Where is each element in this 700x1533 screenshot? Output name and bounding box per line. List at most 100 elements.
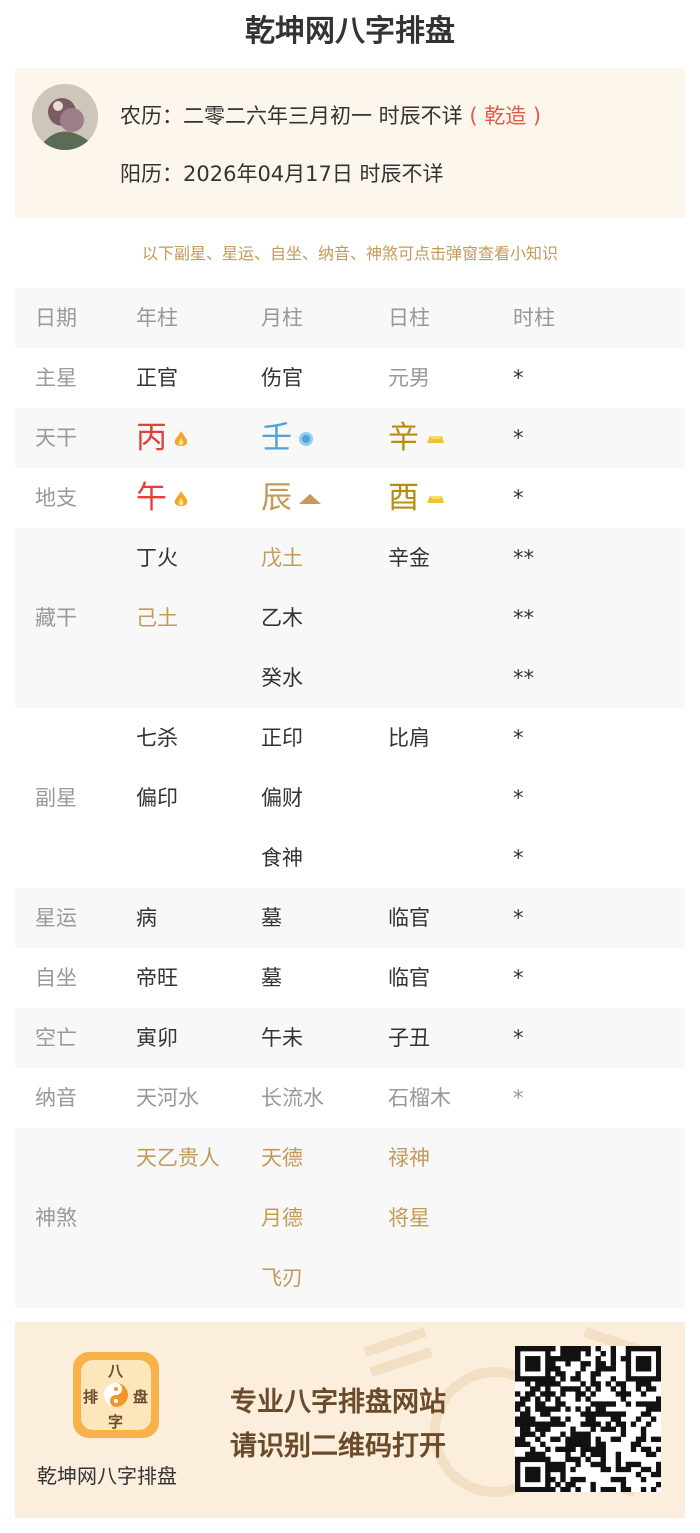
hidden-stem-month-1[interactable]: 戊土 [261, 528, 303, 588]
main-star-hour: * [513, 366, 524, 390]
hidden-stem-day-1[interactable]: 辛金 [388, 528, 430, 588]
stem-year-char: 丙 [136, 420, 167, 456]
sub-star-hour-3: * [513, 846, 524, 870]
table-row-shensha: 神煞 天乙贵人 天德 月德 飞刃 禄神 将星 [15, 1128, 685, 1308]
stem-hour: * [513, 426, 524, 450]
hidden-stem-hour-3: ** [513, 666, 534, 690]
qr-code-image [515, 1346, 662, 1493]
row-label: 藏干 [35, 606, 77, 630]
branch-hour: * [513, 486, 524, 510]
shensha-day-1[interactable]: 禄神 [388, 1128, 430, 1188]
table-row-nayin: 纳音 天河水 长流水 石榴木 * [15, 1068, 685, 1128]
logo-char-bottom: 字 [108, 1413, 124, 1431]
branch-day-char: 酉 [388, 480, 419, 516]
stem-year: 丙 [136, 408, 189, 471]
nayin-month[interactable]: 长流水 [261, 1068, 324, 1128]
row-label: 主星 [35, 366, 77, 390]
hint-text: 以下副星、星运、自坐、纳音、神煞可点击弹窗查看小知识 [141, 244, 558, 263]
stem-day: 辛 [388, 408, 445, 471]
row-label: 自坐 [35, 966, 77, 990]
slogan-line-2: 请识别二维码打开 [230, 1431, 446, 1462]
table-row-self-seat: 自坐 帝旺 墓 临官 * [15, 948, 685, 1008]
header-date: 日期 [35, 306, 77, 330]
header-hour: 时柱 [513, 306, 555, 330]
shensha-month-2[interactable]: 月德 [261, 1188, 303, 1248]
row-label: 星运 [35, 906, 77, 930]
branch-day: 酉 [388, 468, 445, 531]
row-label: 副星 [35, 786, 77, 810]
void-year: 寅卯 [136, 1026, 178, 1050]
star-luck-year[interactable]: 病 [136, 888, 157, 948]
footer-banner[interactable]: 八 排 盘 字 乾坤网八字排盘 专业八字排盘网站 请识别二维码打开 [15, 1322, 685, 1518]
hidden-stem-hour-2: ** [513, 606, 534, 630]
star-luck-day[interactable]: 临官 [388, 888, 430, 948]
row-label: 神煞 [35, 1206, 77, 1230]
header-day: 日柱 [388, 306, 430, 330]
hidden-stem-year-2[interactable]: 己土 [136, 588, 178, 648]
nayin-day[interactable]: 石榴木 [388, 1068, 451, 1128]
sub-star-month-2[interactable]: 偏财 [261, 768, 303, 828]
hidden-stem-month-2[interactable]: 乙木 [261, 588, 303, 648]
sub-star-year-1[interactable]: 七杀 [136, 708, 178, 768]
star-luck-month[interactable]: 墓 [261, 888, 282, 948]
main-star-day: 元男 [388, 366, 430, 390]
sub-star-month-1[interactable]: 正印 [261, 708, 303, 768]
table-row-sub-star: 副星 七杀 偏印 正印 偏财 食神 比肩 * * * [15, 708, 685, 888]
water-icon [299, 432, 313, 446]
shensha-day-2[interactable]: 将星 [388, 1188, 430, 1248]
lunar-date: 农历：二零二六年三月初一 时辰不详 ( 乾造 ) [120, 100, 541, 130]
void-hour: * [513, 1026, 524, 1050]
table-row-hidden-stems: 藏干 丁火 己土 戊土 乙木 癸水 辛金 ** ** ** [15, 528, 685, 708]
yin-yang-icon [104, 1383, 128, 1407]
logo-char-right: 盘 [133, 1388, 149, 1406]
shensha-month-1[interactable]: 天德 [261, 1128, 303, 1188]
bazi-table: 日期 年柱 月柱 日柱 时柱 主星 正官 伤官 元男 * 天干 丙 壬 辛 * … [15, 288, 685, 1308]
header-month: 月柱 [261, 306, 303, 330]
slogan-line-1: 专业八字排盘网站 [230, 1387, 446, 1418]
row-label: 纳音 [35, 1086, 77, 1110]
nayin-hour: * [513, 1086, 524, 1110]
self-seat-month[interactable]: 墓 [261, 948, 282, 1008]
row-label: 地支 [35, 486, 77, 510]
main-star-month: 伤官 [261, 366, 303, 390]
self-seat-day[interactable]: 临官 [388, 948, 430, 1008]
avatar-image [32, 84, 98, 150]
earth-icon [299, 494, 321, 504]
logo-char-top: 八 [108, 1362, 124, 1380]
stem-month: 壬 [261, 408, 314, 471]
sub-star-hour-1: * [513, 726, 524, 750]
stem-day-char: 辛 [388, 420, 419, 456]
hidden-stem-month-3[interactable]: 癸水 [261, 648, 303, 708]
table-row-void: 空亡 寅卯 午未 子丑 * [15, 1008, 685, 1068]
shensha-month-3[interactable]: 飞刃 [261, 1248, 303, 1308]
table-row-earthly-branch: 地支 午 辰 酉 * [15, 468, 685, 528]
self-seat-year[interactable]: 帝旺 [136, 948, 178, 1008]
branch-year: 午 [136, 468, 189, 531]
metal-icon [427, 436, 444, 443]
shensha-year-1[interactable]: 天乙贵人 [136, 1128, 220, 1188]
self-seat-hour: * [513, 966, 524, 990]
hidden-stem-hour-1: ** [513, 546, 534, 570]
fire-icon [174, 431, 188, 446]
void-month: 午未 [261, 1026, 303, 1050]
sub-star-month-3[interactable]: 食神 [261, 828, 303, 888]
stem-month-char: 壬 [261, 420, 292, 456]
gender-tag: ( 乾造 ) [469, 104, 542, 128]
table-row-main-star: 主星 正官 伤官 元男 * [15, 348, 685, 408]
header-year: 年柱 [136, 306, 178, 330]
row-label: 空亡 [35, 1026, 77, 1050]
sub-star-year-2[interactable]: 偏印 [136, 768, 178, 828]
sub-star-hour-2: * [513, 786, 524, 810]
table-header-row: 日期 年柱 月柱 日柱 时柱 [15, 288, 685, 348]
hidden-stem-year-1[interactable]: 丁火 [136, 528, 178, 588]
branch-month: 辰 [261, 468, 322, 531]
metal-icon [427, 496, 444, 503]
main-star-year: 正官 [136, 366, 178, 390]
nayin-year[interactable]: 天河水 [136, 1068, 199, 1128]
solar-date: 阳历：2026年04月17日 时辰不详 [120, 162, 444, 186]
sub-star-day-1[interactable]: 比肩 [388, 708, 430, 768]
lunar-date-text: 农历：二零二六年三月初一 时辰不详 [120, 104, 463, 128]
qr-code[interactable] [515, 1346, 662, 1493]
avatar[interactable] [32, 84, 98, 150]
table-row-star-luck: 星运 病 墓 临官 * [15, 888, 685, 948]
